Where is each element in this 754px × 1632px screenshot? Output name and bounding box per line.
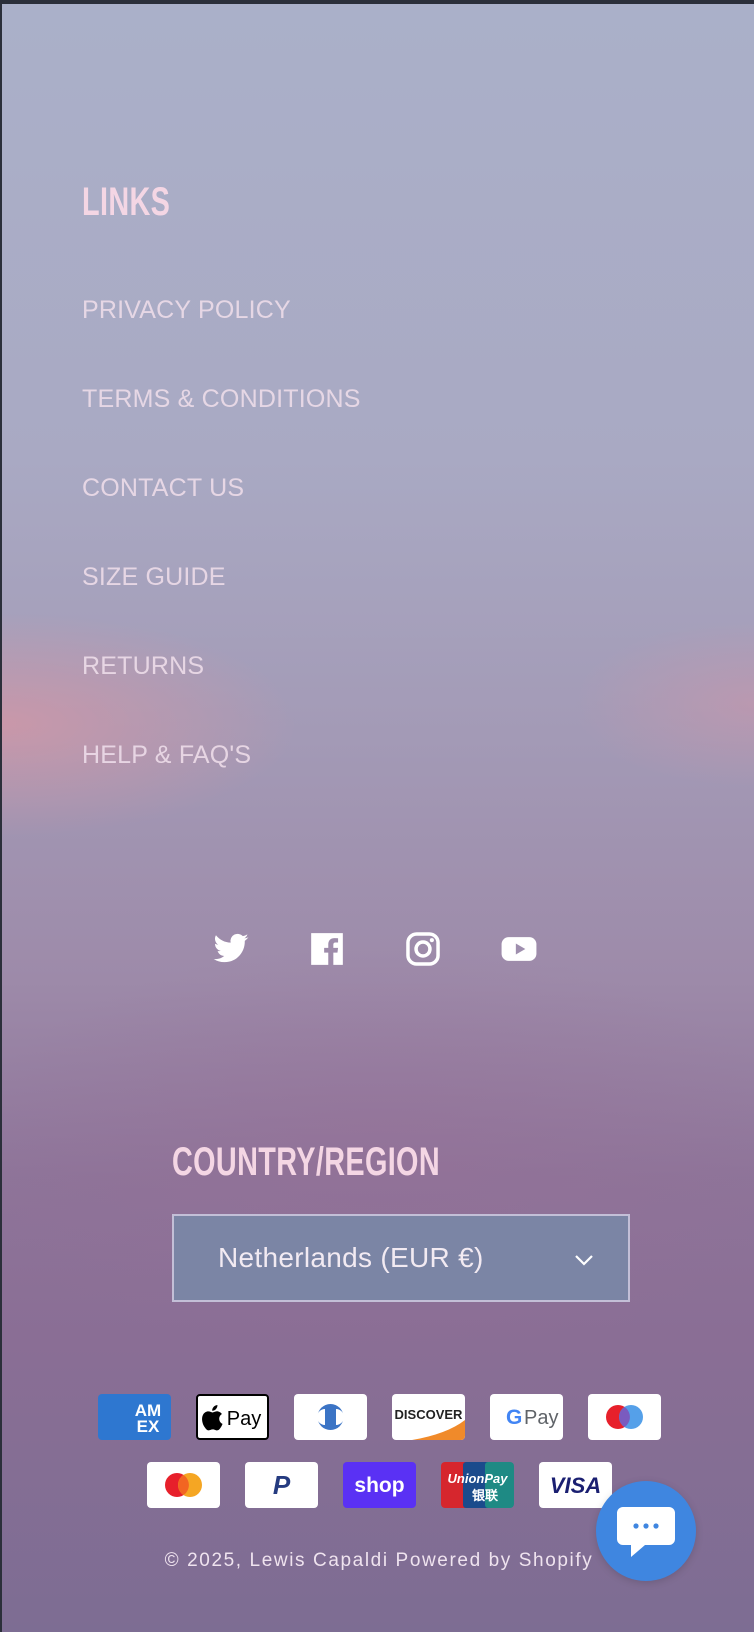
list-item: CONTACT US	[82, 474, 361, 563]
maestro-icon	[587, 1394, 661, 1440]
union-pay-cn-label: 银联	[471, 1488, 497, 1504]
paypal-icon: P	[244, 1462, 318, 1508]
link-size-guide[interactable]: SIZE GUIDE	[82, 563, 226, 591]
payment-icons-row: AM EX Pay DISCOVER G Pay	[2, 1394, 754, 1440]
link-contact-us[interactable]: CONTACT US	[82, 474, 244, 502]
country-selector[interactable]: Netherlands (EUR €)	[172, 1214, 630, 1302]
diners-club-icon	[293, 1394, 367, 1440]
social-links	[212, 926, 537, 972]
paypal-glyph: P	[272, 1470, 290, 1500]
shop-pay-icon: shop	[342, 1462, 416, 1508]
list-item: RETURNS	[82, 652, 361, 741]
google-pay-label: Pay	[524, 1407, 558, 1429]
link-returns[interactable]: RETURNS	[82, 652, 204, 680]
chevron-down-icon	[575, 1255, 593, 1266]
mastercard-icon	[146, 1462, 220, 1508]
footer: LINKS PRIVACY POLICY TERMS & CONDITIONS …	[2, 4, 754, 1632]
list-item: SIZE GUIDE	[82, 563, 361, 652]
link-privacy-policy[interactable]: PRIVACY POLICY	[82, 296, 291, 324]
visa-label: VISA	[549, 1473, 600, 1498]
chat-bubble-icon	[617, 1507, 675, 1557]
youtube-icon[interactable]	[500, 930, 538, 968]
list-item: HELP & FAQ'S	[82, 741, 361, 830]
links-heading: LINKS	[82, 180, 171, 224]
amex-icon: AM EX	[97, 1394, 171, 1440]
links-list: PRIVACY POLICY TERMS & CONDITIONS CONTAC…	[82, 296, 361, 830]
union-pay-icon: UnionPay 银联	[440, 1462, 514, 1508]
list-item: TERMS & CONDITIONS	[82, 385, 361, 474]
shop-pay-label: shop	[354, 1474, 404, 1497]
powered-by-shopify-link[interactable]: Powered by Shopify	[396, 1550, 594, 1571]
amex-label-2: EX	[136, 1417, 159, 1436]
google-g-glyph: G	[506, 1406, 522, 1429]
list-item: PRIVACY POLICY	[82, 296, 361, 385]
apple-pay-icon: Pay	[195, 1394, 269, 1440]
country-selected-value: Netherlands (EUR €)	[218, 1242, 484, 1273]
discover-icon: DISCOVER	[391, 1394, 465, 1440]
facebook-icon[interactable]	[308, 930, 346, 968]
chat-button[interactable]	[596, 1481, 696, 1581]
link-terms-conditions[interactable]: TERMS & CONDITIONS	[82, 385, 361, 413]
instagram-icon[interactable]	[404, 930, 442, 968]
copyright-link[interactable]: © 2025, Lewis Capaldi	[165, 1550, 389, 1571]
twitter-icon[interactable]	[212, 930, 250, 968]
link-help-faqs[interactable]: HELP & FAQ'S	[82, 741, 251, 769]
apple-pay-label: Pay	[226, 1408, 260, 1430]
country-region-heading: COUNTRY/REGION	[172, 1140, 440, 1184]
union-pay-label: UnionPay	[447, 1471, 508, 1486]
visa-icon: VISA	[538, 1462, 612, 1508]
discover-label: DISCOVER	[394, 1407, 463, 1422]
google-pay-icon: G Pay	[489, 1394, 563, 1440]
